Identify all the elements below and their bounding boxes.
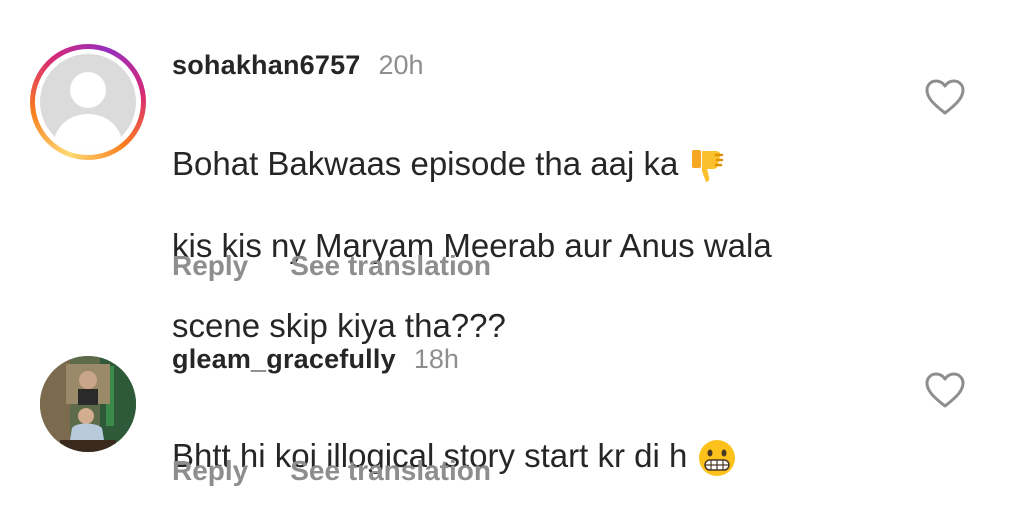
see-translation-button[interactable]: See translation bbox=[290, 250, 491, 282]
avatar[interactable] bbox=[40, 356, 136, 452]
avatar bbox=[40, 54, 136, 150]
avatar-story-ring[interactable] bbox=[30, 44, 146, 160]
profile-photo bbox=[40, 356, 136, 452]
like-heart-icon[interactable] bbox=[924, 78, 966, 116]
grimacing-face-icon bbox=[698, 440, 735, 477]
comment-username[interactable]: sohakhan6757 bbox=[172, 50, 361, 81]
reply-button[interactable]: Reply bbox=[172, 455, 248, 487]
thumbs-down-icon bbox=[691, 150, 723, 183]
comment-item: gleam_gracefully 18h Bhtt hi koi illogic… bbox=[0, 290, 1024, 523]
comment-username[interactable]: gleam_gracefully bbox=[172, 344, 396, 375]
comment-timestamp: 20h bbox=[378, 50, 424, 80]
comment-item: sohakhan6757 20h Bohat Bakwaas episode t… bbox=[0, 0, 1024, 344]
comment-timestamp: 18h bbox=[413, 344, 459, 374]
like-heart-icon[interactable] bbox=[924, 371, 966, 409]
reply-button[interactable]: Reply bbox=[172, 250, 248, 282]
see-translation-button[interactable]: See translation bbox=[290, 455, 491, 487]
